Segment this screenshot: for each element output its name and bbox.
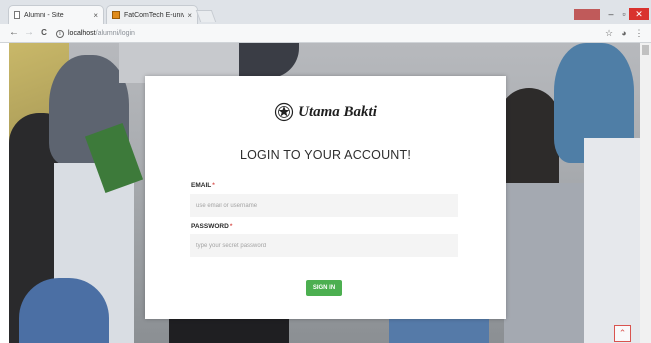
close-window-button[interactable]: ✕: [629, 8, 649, 20]
new-tab-button[interactable]: [195, 10, 217, 22]
login-card: Utama Bakti LOGIN TO YOUR ACCOUNT! EMAIL…: [145, 76, 506, 319]
scroll-thumb[interactable]: [642, 45, 649, 55]
brand-name: Utama Bakti: [298, 103, 377, 120]
tab-alumni-site[interactable]: Alumni - Site ×: [8, 5, 104, 24]
email-field[interactable]: [190, 194, 458, 217]
profile-badge[interactable]: [574, 9, 600, 20]
star-icon[interactable]: ☆: [604, 27, 614, 39]
address-bar[interactable]: i localhost /alumni/login: [56, 27, 596, 40]
page-icon: [14, 11, 20, 19]
background-shape: [584, 138, 640, 343]
back-to-top-button[interactable]: ⌃: [614, 325, 631, 342]
page-title: LOGIN TO YOUR ACCOUNT!: [239, 148, 412, 162]
url-path: /alumni/login: [95, 30, 135, 37]
browser-toolbar: ← → C i localhost /alumni/login ☆ ◕ ⋮: [0, 24, 651, 43]
required-mark: *: [212, 182, 215, 189]
menu-icon[interactable]: ⋮: [634, 27, 644, 39]
reload-icon[interactable]: C: [38, 27, 50, 39]
close-tab-icon[interactable]: ×: [187, 11, 192, 20]
brand-logo: Utama Bakti: [145, 102, 506, 122]
password-field[interactable]: [190, 234, 458, 257]
background-shape: [19, 278, 109, 343]
tab-title: FatComTech E-university: [124, 11, 185, 19]
browser-tab-bar: Alumni - Site × FatComTech E-university …: [0, 0, 651, 24]
page-scrollbar[interactable]: [640, 43, 651, 343]
emblem-icon: [275, 102, 294, 122]
email-label-text: EMAIL: [191, 182, 212, 189]
email-label: EMAIL*: [191, 182, 215, 189]
info-icon[interactable]: i: [56, 29, 64, 38]
password-label-text: PASSWORD: [191, 223, 229, 230]
url-host: localhost: [68, 30, 96, 37]
back-arrow-icon[interactable]: ←: [8, 27, 20, 39]
minimize-button[interactable]: –: [604, 8, 618, 20]
required-mark: *: [229, 223, 233, 230]
sign-in-button[interactable]: SIGN IN: [306, 280, 342, 296]
tab-fatcomtech[interactable]: FatComTech E-university ×: [106, 5, 198, 24]
forward-arrow-icon[interactable]: →: [23, 27, 35, 39]
extension-icon[interactable]: ◕: [619, 27, 629, 39]
password-label: PASSWORD*: [191, 223, 232, 230]
tab-title: Alumni - Site: [24, 11, 64, 19]
bookmark-icon: [112, 11, 120, 19]
close-tab-icon[interactable]: ×: [93, 11, 98, 20]
